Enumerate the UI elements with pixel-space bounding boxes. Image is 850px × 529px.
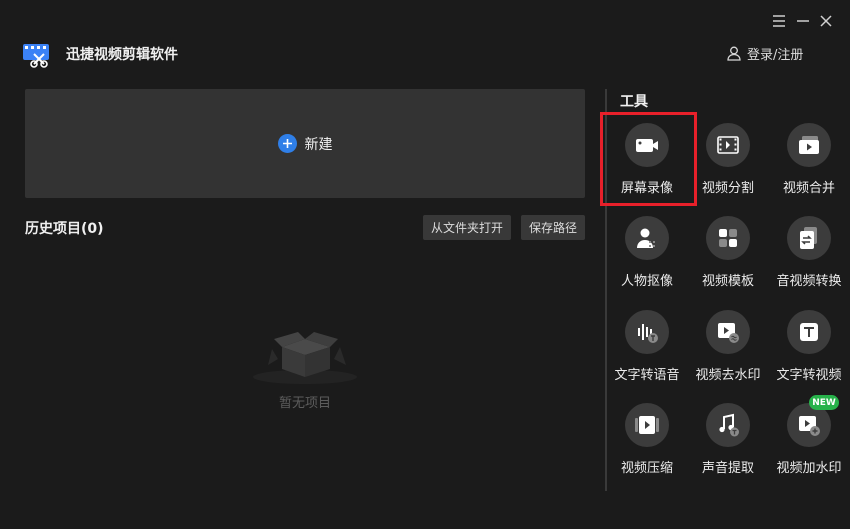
text-to-speech-icon <box>625 310 669 354</box>
new-badge: NEW <box>809 395 839 410</box>
tool-label: 视频模板 <box>701 274 754 289</box>
tool-video-compress[interactable]: 视频压缩 <box>606 403 688 493</box>
close-icon <box>820 15 832 27</box>
highlight-box <box>600 112 697 206</box>
tool-label: 视频合并 <box>782 181 835 196</box>
new-project-button[interactable]: 新建 <box>277 134 333 154</box>
save-path-button[interactable]: 保存路径 <box>521 215 585 240</box>
tool-person-cutout[interactable]: 人物抠像 <box>606 216 688 306</box>
minimize-button[interactable] <box>792 10 814 32</box>
tool-add-watermark[interactable]: 视频加水印 <box>768 403 850 493</box>
tools-title: 工具 <box>620 94 648 110</box>
audio-extract-icon <box>706 403 750 447</box>
open-from-folder-button[interactable]: 从文件夹打开 <box>423 215 511 240</box>
template-icon <box>706 216 750 260</box>
app-title: 迅捷视频剪辑软件 <box>66 47 178 63</box>
tool-video-split[interactable]: 视频分割 <box>687 123 769 213</box>
video-merge-icon <box>787 123 831 167</box>
tool-label: 视频加水印 <box>776 461 842 476</box>
tool-text-to-speech[interactable]: 文字转语音 <box>606 310 688 400</box>
tool-av-convert[interactable]: 音视频转换 <box>768 216 850 306</box>
tool-audio-extract[interactable]: 声音提取 <box>687 403 769 493</box>
empty-text: 暂无项目 <box>278 396 331 411</box>
tool-remove-watermark[interactable]: 视频去水印 <box>687 310 769 400</box>
close-button[interactable] <box>815 10 837 32</box>
remove-watermark-icon <box>706 310 750 354</box>
film-split-icon <box>706 123 750 167</box>
tool-label: 视频去水印 <box>695 368 761 383</box>
user-icon <box>727 46 741 61</box>
menu-icon <box>773 15 785 27</box>
convert-icon <box>787 216 831 260</box>
new-project-label: 新建 <box>304 136 333 153</box>
tool-label: 音视频转换 <box>776 274 842 289</box>
login-button[interactable]: 登录/注册 <box>727 44 803 63</box>
tool-label: 视频压缩 <box>620 461 673 476</box>
minimize-icon <box>797 20 809 22</box>
history-title: 历史项目(0) <box>25 221 104 237</box>
person-cutout-icon <box>625 216 669 260</box>
menu-button[interactable] <box>768 10 790 32</box>
tool-video-merge[interactable]: 视频合并 <box>768 123 850 213</box>
app-logo <box>22 42 52 68</box>
tool-label: 声音提取 <box>701 461 754 476</box>
tool-video-template[interactable]: 视频模板 <box>687 216 769 306</box>
tool-label: 文字转视频 <box>776 368 842 383</box>
text-to-video-icon <box>787 310 831 354</box>
tool-label: 人物抠像 <box>620 274 673 289</box>
tool-text-to-video[interactable]: 文字转视频 <box>768 310 850 400</box>
tool-label: 文字转语音 <box>614 368 680 383</box>
new-project-panel[interactable]: 新建 <box>25 89 585 198</box>
empty-box-icon <box>250 325 360 385</box>
video-compress-icon <box>625 403 669 447</box>
plus-icon <box>277 134 297 153</box>
login-label: 登录/注册 <box>747 48 804 63</box>
